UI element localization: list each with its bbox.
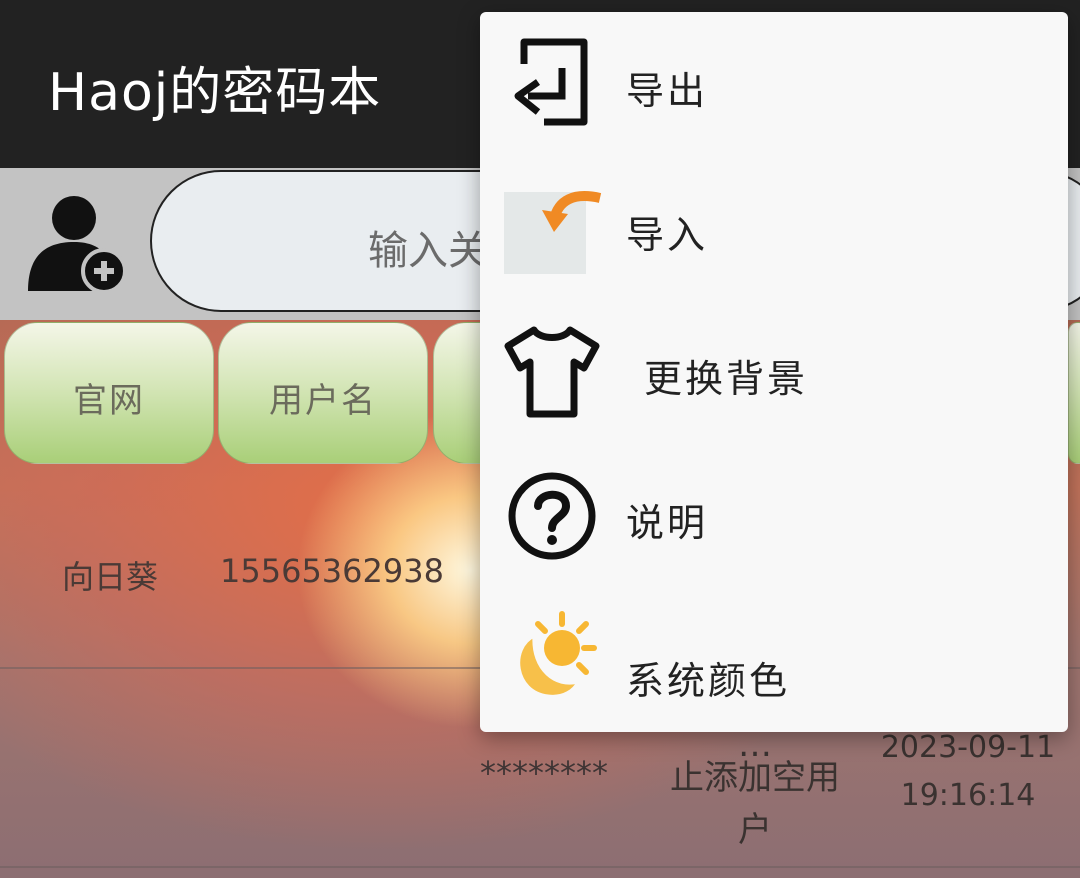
menu-item-system-color[interactable]: 系统颜色 [480,588,1068,732]
column-header-username[interactable]: 用户名 [218,322,428,464]
menu-item-import-label: 导入 [626,213,709,257]
menu-item-export[interactable]: 导出 [480,12,1068,156]
sun-moon-icon [517,611,597,698]
import-icon [504,191,602,274]
menu-item-export-label: 导出 [626,69,709,113]
row-2-time: 19:16:14 [900,778,1036,813]
column-header-website[interactable]: 官网 [4,322,214,464]
column-header-username-label: 用户名 [269,381,377,421]
menu-item-change-background-label: 更换背景 [644,357,809,401]
row-2-note-line-1: 止添加空用 [670,758,840,798]
row-2-password: ******** [480,754,608,792]
tshirt-icon [504,326,600,418]
help-circle-icon [508,472,596,560]
add-user-icon[interactable] [24,195,126,293]
overflow-menu: 导出 导入 更换背景 说明 系统颜色 [480,12,1068,732]
column-header-more[interactable] [1068,322,1080,464]
menu-item-change-background[interactable]: 更换背景 [480,300,1068,444]
row-1-site: 向日葵 [61,558,158,596]
export-icon [514,38,588,126]
row-1-username: 15565362938 [220,552,444,590]
app-title: Haoj的密码本 [48,63,382,123]
menu-item-system-color-label: 系统颜色 [626,659,791,703]
menu-item-help-label: 说明 [626,501,709,545]
menu-item-help[interactable]: 说明 [480,444,1068,588]
row-divider [0,866,1080,868]
row-2-note-line-2: 户 [738,810,772,850]
row-2-date: 2023-09-11 [880,730,1056,765]
column-header-website-label: 官网 [73,381,145,421]
search-placeholder: 输入关 [368,228,488,274]
menu-item-import[interactable]: 导入 [480,156,1068,300]
